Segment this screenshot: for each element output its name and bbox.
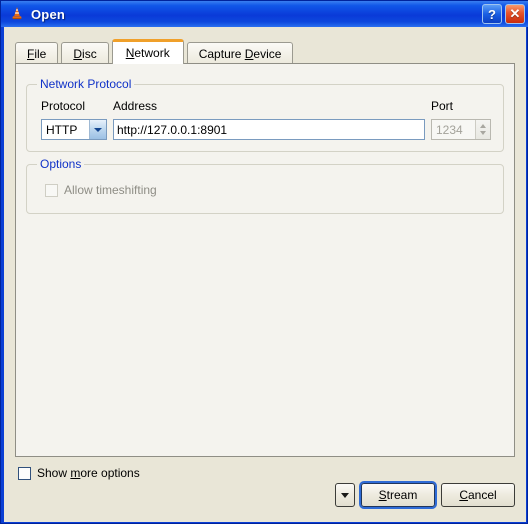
- show-more-options-checkbox[interactable]: Show more options: [18, 466, 140, 480]
- help-button[interactable]: ?: [482, 4, 502, 24]
- port-stepper[interactable]: 1234: [431, 119, 491, 140]
- tab-disc[interactable]: Disc: [61, 42, 109, 64]
- tab-network[interactable]: Network: [111, 39, 184, 64]
- dialog-footer: Show more options Stream Cancel: [4, 457, 526, 522]
- tab-bar: File Disc Network Capture Device: [15, 39, 296, 64]
- address-input[interactable]: [113, 119, 425, 140]
- port-stepper-buttons[interactable]: [475, 120, 490, 139]
- dialog-buttons: Stream Cancel: [335, 483, 515, 507]
- dialog-client-area: File Disc Network Capture Device Network…: [4, 27, 526, 522]
- chevron-down-icon[interactable]: [89, 120, 106, 139]
- network-tab-panel: Network Protocol Protocol Address Port H…: [15, 63, 515, 457]
- vlc-cone-icon: [9, 6, 25, 22]
- stepper-down-icon[interactable]: [480, 131, 486, 135]
- cancel-button-label: Cancel: [459, 488, 497, 502]
- tab-file[interactable]: File: [15, 42, 59, 64]
- tab-file-label: File: [27, 46, 47, 61]
- close-icon[interactable]: ✕: [505, 4, 525, 24]
- protocol-select-value: HTTP: [46, 122, 78, 137]
- stream-dropdown-button[interactable]: [335, 483, 355, 507]
- options-group: Options Allow timeshifting: [26, 157, 504, 214]
- stream-button[interactable]: Stream: [361, 483, 435, 507]
- address-label: Address: [113, 99, 158, 113]
- tab-capture-device[interactable]: Capture Device: [186, 42, 294, 64]
- allow-timeshifting-checkbox[interactable]: Allow timeshifting: [45, 183, 157, 197]
- port-label: Port: [431, 99, 454, 113]
- tab-network-label: Network: [125, 46, 170, 60]
- cancel-button[interactable]: Cancel: [441, 483, 515, 507]
- titlebar-buttons: ? ✕: [482, 4, 525, 24]
- protocol-label: Protocol: [41, 99, 86, 113]
- port-value: 1234: [436, 122, 463, 137]
- options-legend: Options: [37, 157, 85, 171]
- checkbox-box[interactable]: [45, 183, 58, 197]
- network-protocol-group: Network Protocol Protocol Address Port H…: [26, 77, 504, 152]
- network-protocol-legend: Network Protocol: [37, 77, 135, 91]
- caret-down-icon: [341, 492, 349, 498]
- stepper-up-icon[interactable]: [480, 124, 486, 128]
- titlebar[interactable]: Open ? ✕: [1, 1, 528, 27]
- checkbox-box[interactable]: [18, 466, 31, 480]
- stream-button-label: Stream: [378, 488, 418, 502]
- show-more-options-label: Show more options: [37, 466, 140, 480]
- tab-disc-label: Disc: [73, 46, 97, 61]
- tab-capture-device-label: Capture Device: [198, 46, 282, 61]
- open-media-dialog: Open ? ✕ File Disc Network Capture Devic…: [0, 0, 528, 524]
- protocol-select[interactable]: HTTP: [41, 119, 107, 140]
- allow-timeshifting-label: Allow timeshifting: [64, 183, 157, 197]
- window-title: Open: [31, 6, 66, 22]
